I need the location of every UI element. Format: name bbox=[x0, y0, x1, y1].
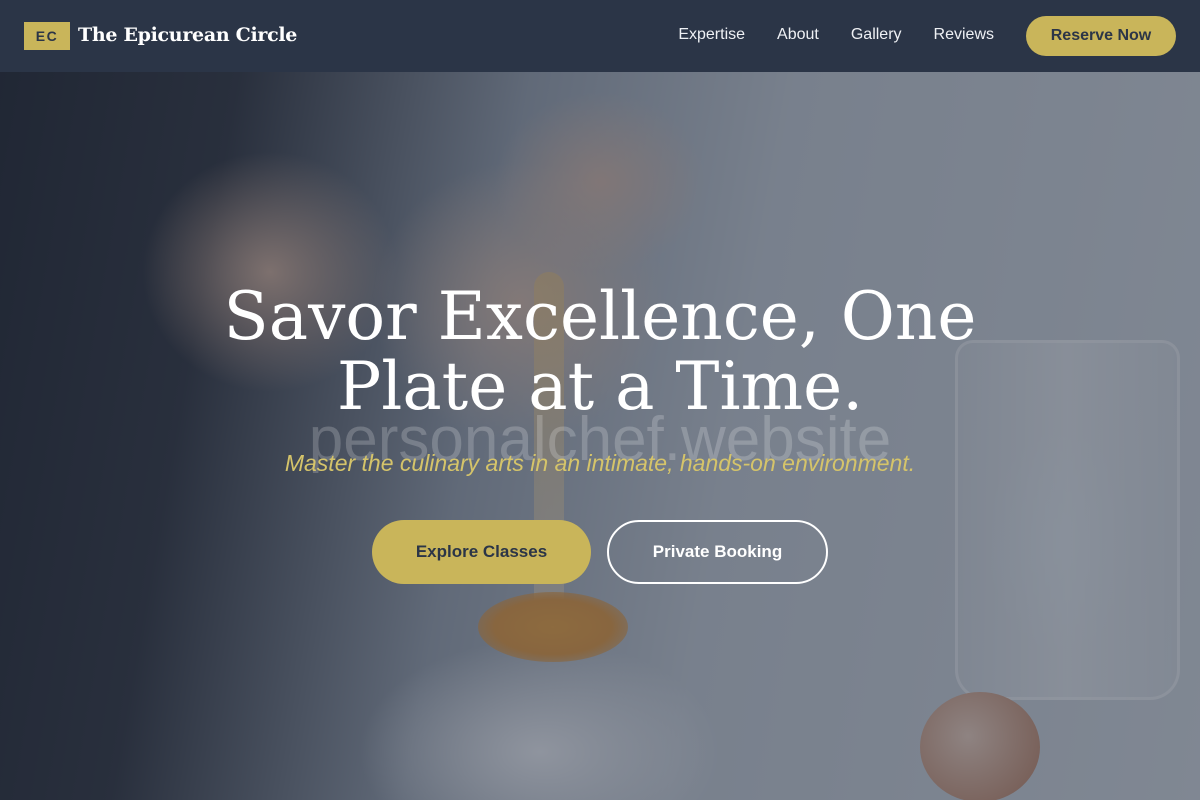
logo-badge[interactable]: EC bbox=[24, 22, 70, 50]
hero-title-line-1: Savor Excellence, One bbox=[223, 278, 977, 355]
hero-title: Savor Excellence, One Plate at a Time. bbox=[0, 282, 1200, 422]
brand-name[interactable]: The Epicurean Circle bbox=[78, 24, 297, 46]
reserve-now-button[interactable]: Reserve Now bbox=[1026, 16, 1176, 56]
nav-links: Expertise About Gallery Reviews bbox=[678, 26, 994, 44]
private-booking-button[interactable]: Private Booking bbox=[607, 520, 828, 584]
hero-section: Savor Excellence, One Plate at a Time. p… bbox=[0, 72, 1200, 800]
hero-subtitle: Master the culinary arts in an intimate,… bbox=[284, 450, 916, 476]
nav-link-gallery[interactable]: Gallery bbox=[851, 26, 902, 44]
explore-classes-button[interactable]: Explore Classes bbox=[372, 520, 591, 584]
nav-link-expertise[interactable]: Expertise bbox=[678, 26, 745, 44]
nav-link-about[interactable]: About bbox=[777, 26, 819, 44]
nav-link-reviews[interactable]: Reviews bbox=[934, 26, 994, 44]
top-navbar: EC The Epicurean Circle Expertise About … bbox=[0, 0, 1200, 72]
